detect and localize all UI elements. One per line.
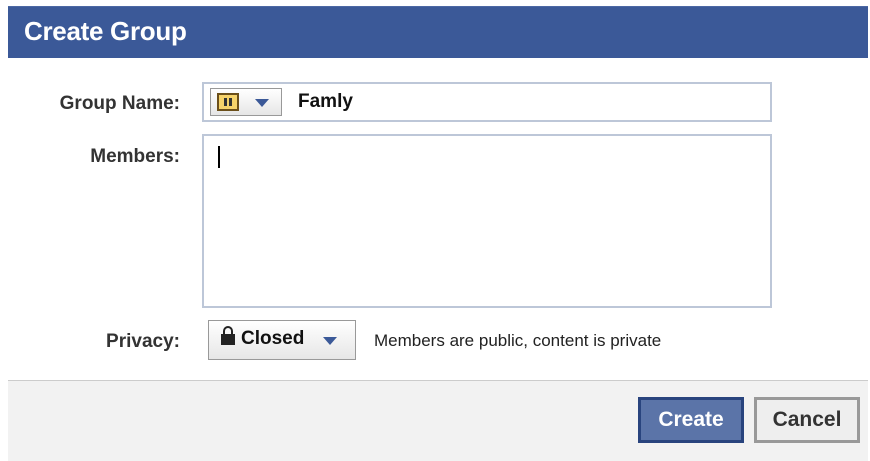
privacy-dropdown[interactable]: Closed [208,320,356,360]
privacy-description: Members are public, content is private [374,331,662,350]
create-group-dialog: Create Group Group Name: Famly Members: … [0,0,870,461]
group-icon [217,93,239,111]
group-name-field[interactable]: Famly [202,82,772,122]
chevron-down-icon [323,337,337,345]
cancel-button[interactable]: Cancel [754,397,860,443]
privacy-label: Privacy: [106,331,180,352]
create-button[interactable]: Create [638,397,744,443]
dialog-title-bar: Create Group [8,6,868,58]
privacy-value: Closed [241,328,305,349]
chevron-down-icon [255,99,269,107]
text-cursor [218,146,220,168]
group-icon-picker[interactable] [210,88,282,116]
members-input[interactable] [202,134,772,308]
lock-icon [221,326,235,345]
group-name-input[interactable]: Famly [298,91,353,113]
dialog-title: Create Group [24,16,187,46]
group-name-label: Group Name: [59,93,180,114]
members-label: Members: [90,146,180,167]
